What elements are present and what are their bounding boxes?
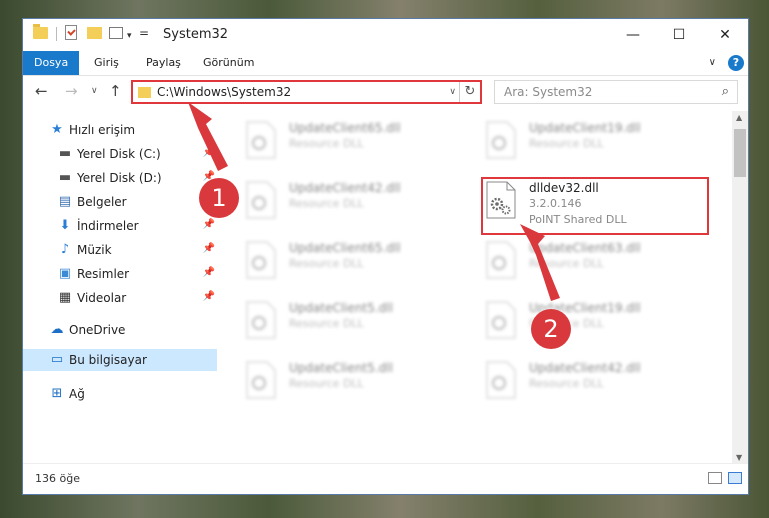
arrow-1 (188, 102, 228, 171)
annotation-arrows (188, 102, 560, 301)
arrow-2 (520, 224, 560, 301)
step-2-badge: 2 (531, 309, 571, 349)
step-1-badge: 1 (199, 178, 239, 218)
